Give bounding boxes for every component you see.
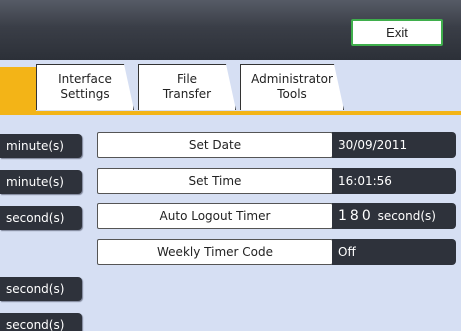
settings-panel: Exit Interface Settings File Transfer Ad… <box>0 0 461 331</box>
tab-label-line2: Transfer <box>162 87 212 101</box>
side-value-button[interactable]: minute(s) <box>0 170 82 194</box>
weekly-timer-code-value: Off <box>332 239 456 265</box>
tab-active-partial[interactable] <box>0 67 36 115</box>
side-value-button[interactable]: second(s) <box>0 277 82 301</box>
tab-label-line1: Interface <box>58 72 112 86</box>
auto-logout-number: 180 <box>338 208 374 224</box>
tab-label-line2: Tools <box>277 87 307 101</box>
auto-logout-timer-button[interactable]: Auto Logout Timer <box>97 203 333 229</box>
tab-interface-settings[interactable]: Interface Settings <box>36 64 134 110</box>
tab-underline <box>0 111 461 115</box>
set-time-value: 16:01:56 <box>332 168 456 194</box>
auto-logout-timer-value: 180 second(s) <box>332 203 456 229</box>
side-value-button[interactable]: second(s) <box>0 206 82 230</box>
side-value-button[interactable]: minute(s) <box>0 134 82 158</box>
side-value-button[interactable]: second(s) <box>0 313 82 331</box>
set-time-button[interactable]: Set Time <box>97 168 333 194</box>
tab-label-line1: File <box>176 72 198 86</box>
auto-logout-unit: second(s) <box>377 209 436 223</box>
tab-label-line1: Administrator <box>251 72 333 86</box>
tab-administrator-tools[interactable]: Administrator Tools <box>240 64 344 110</box>
set-date-value: 30/09/2011 <box>332 132 456 158</box>
weekly-timer-code-button[interactable]: Weekly Timer Code <box>97 239 333 265</box>
tab-file-transfer[interactable]: File Transfer <box>138 64 236 110</box>
exit-button[interactable]: Exit <box>351 19 443 46</box>
tab-label-line2: Settings <box>60 87 110 101</box>
set-date-button[interactable]: Set Date <box>97 132 333 158</box>
